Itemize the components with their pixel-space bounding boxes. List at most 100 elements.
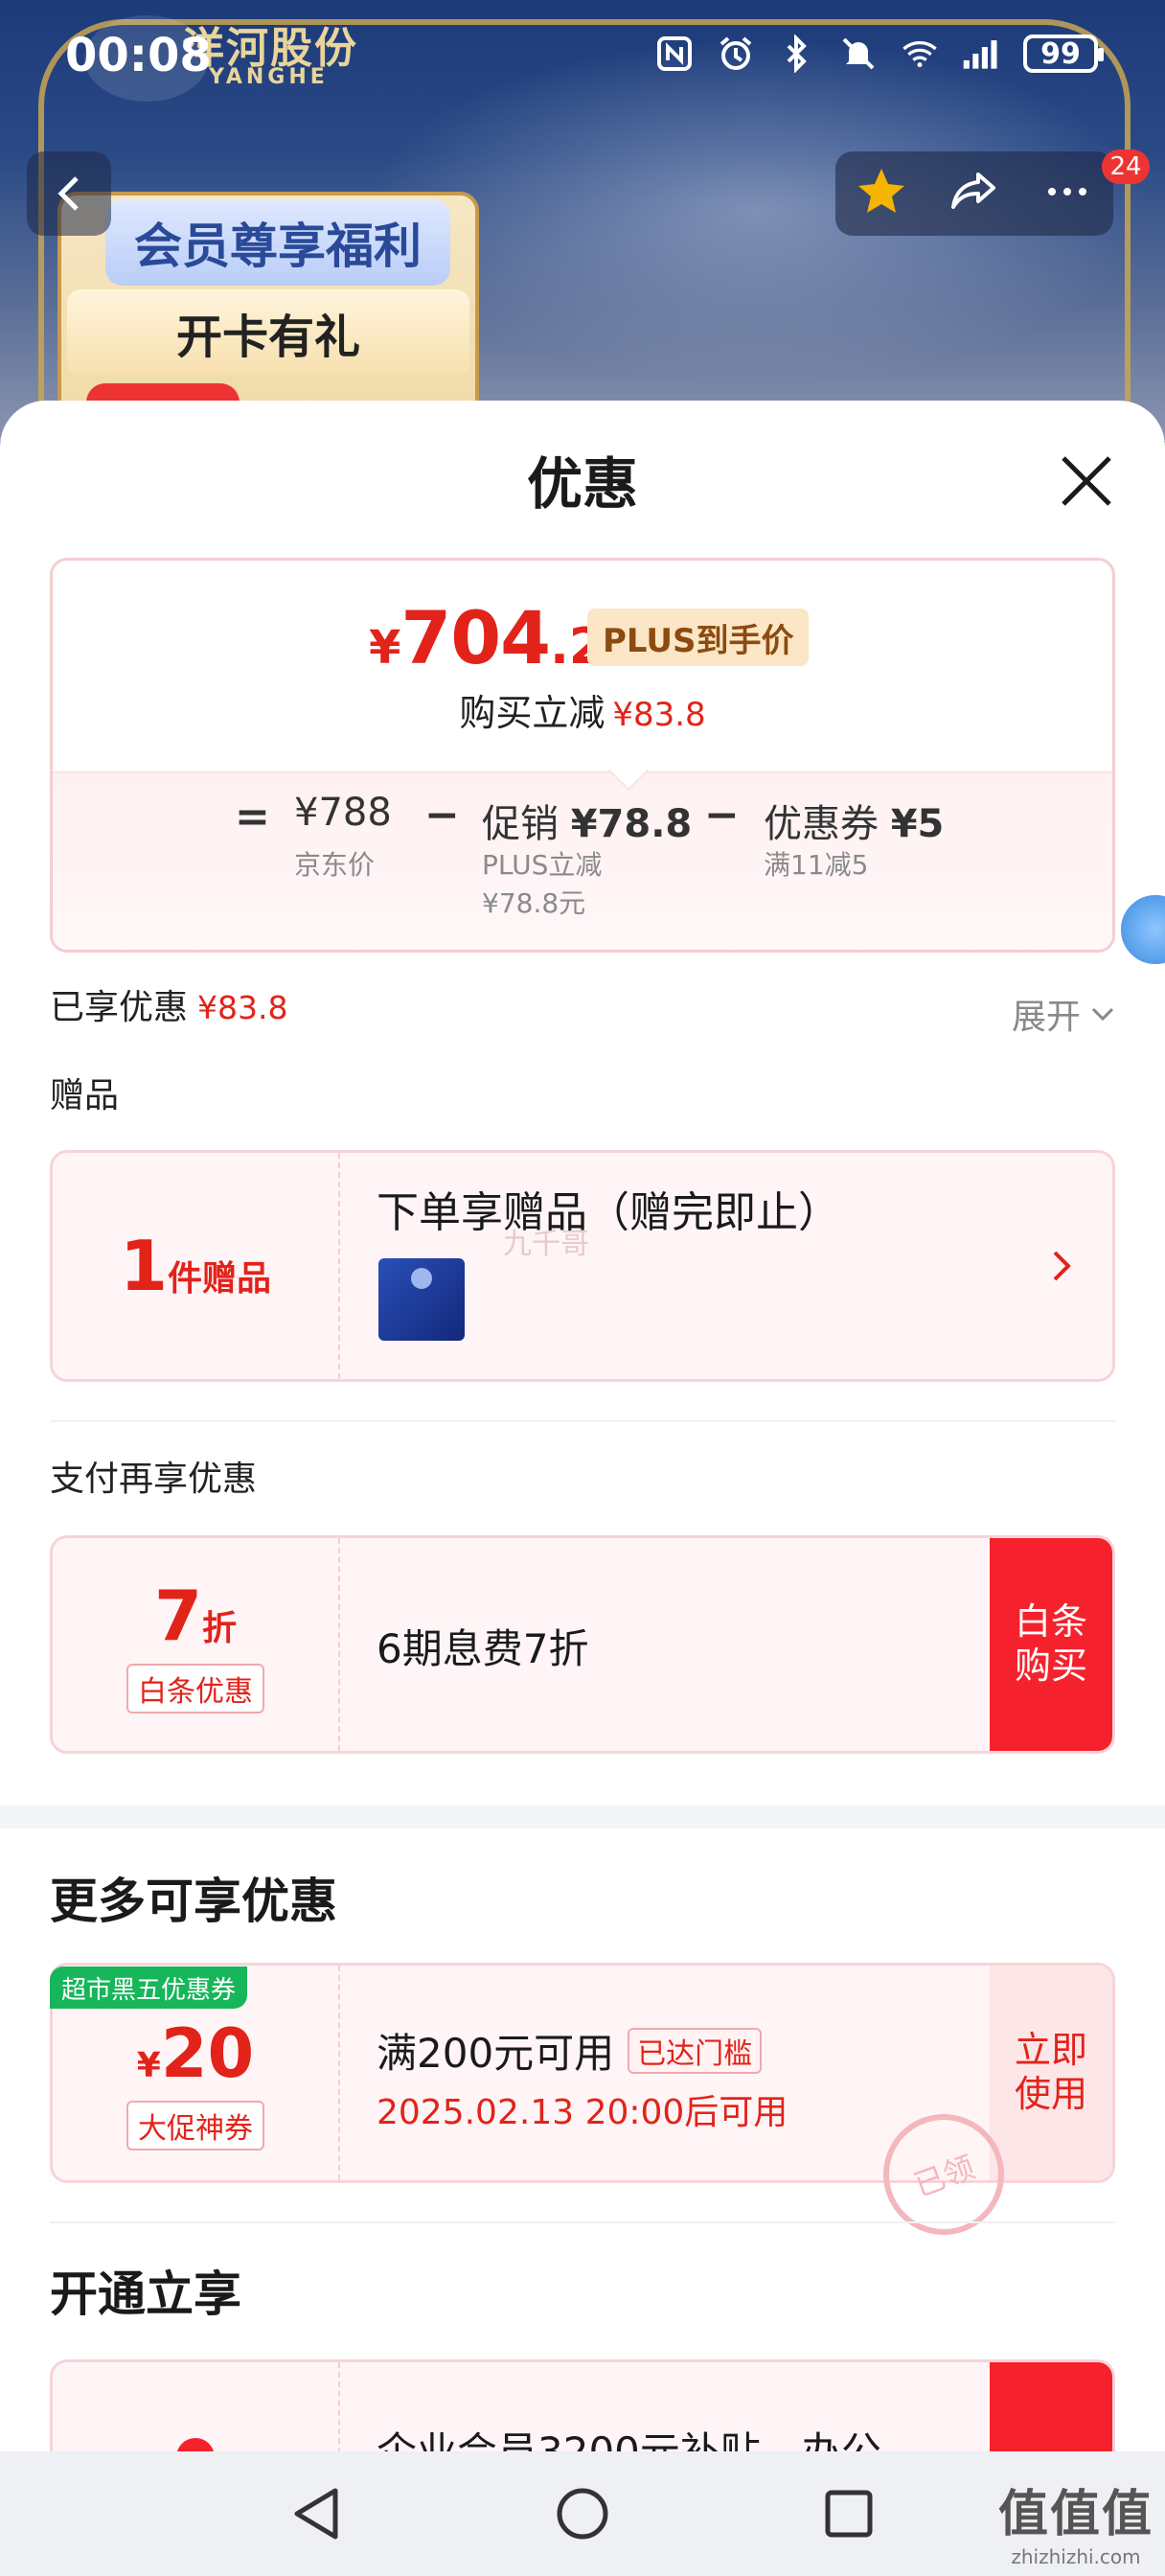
coupon-condition: 满200元可用 已达门槛 (377, 2021, 763, 2080)
expand-toggle[interactable]: 展开 (1012, 989, 1115, 1039)
status-bar: 00:08 99 (0, 0, 1165, 115)
jd-price-label: 京东价 (294, 849, 376, 881)
gift-section-label: 赠品 (50, 1076, 120, 1116)
baitiao-card: 7 折 白条优惠 6期息费7折 白条 购买 (50, 1535, 1115, 1754)
alarm-icon (717, 34, 755, 73)
site-watermark: 值值值 zhizhizhi.com (998, 2473, 1154, 2568)
signal-icon (962, 34, 1000, 73)
member-banner: 会员尊享福利 (105, 199, 450, 286)
instant-reduction: 购买立减 ¥83.8 (53, 683, 1112, 736)
card-gift-title: 开卡有礼 (67, 289, 469, 376)
gift-count-row: 1 件赠品 (120, 1226, 271, 1306)
gift-watermark: 九千哥 (503, 1228, 589, 1261)
coupon-label: 优惠券 (764, 802, 879, 846)
final-price-integer: 704 (400, 595, 551, 680)
jd-price-value: ¥788 (294, 791, 392, 835)
coupon-tag: 超市黑五优惠券 (50, 1966, 248, 2009)
gift-title: 下单享赠品（赠完即止） (377, 1188, 840, 1237)
section-gap (0, 1806, 1165, 1828)
watermark-main: 值值值 (997, 2486, 1154, 2543)
nav-back-icon[interactable] (289, 2485, 343, 2542)
coupon-chip: 大促神券 (126, 2101, 264, 2150)
sheet-title: 优惠 (526, 451, 638, 517)
coupon-amount-yen: ¥ (136, 2046, 161, 2085)
coupon-btn-line2: 使用 (1014, 2073, 1087, 2115)
more-icon[interactable] (1040, 165, 1094, 222)
baitiao-btn-line2: 购买 (1014, 1644, 1087, 1687)
expand-label: 展开 (1011, 998, 1081, 1037)
nfc-icon (655, 34, 694, 73)
minus-sign-2: − (704, 791, 740, 840)
promo-sub1: PLUS立减 (482, 849, 603, 881)
baitiao-discount-unit: 折 (202, 1609, 238, 1648)
top-actions (835, 151, 1113, 236)
gift-thumbnail[interactable] (378, 1258, 465, 1341)
chevron-down-icon (1091, 1007, 1114, 1022)
battery-indicator: 99 (1023, 34, 1104, 73)
baitiao-discount-row: 7 折 (154, 1576, 237, 1656)
bluetooth-icon (778, 34, 816, 73)
enjoyed-discount: 已享优惠 ¥83.8 (50, 979, 288, 1029)
wifi-icon (901, 34, 939, 73)
coupon-amount-row: ¥ 20 (137, 2014, 254, 2093)
gift-count: 1 件赠品 (53, 1153, 338, 1379)
coupon-use-button[interactable]: 立即 使用 (990, 1966, 1112, 2180)
coupon-value: ¥5 (890, 802, 945, 846)
minus-sign: − (424, 791, 460, 840)
baitiao-buy-button[interactable]: 白条 购买 (990, 1538, 1112, 1751)
promo-label: 促销 (482, 802, 559, 846)
price-formula: = ¥788 京东价 − 促销 ¥78.8 PLUS立减 ¥78.8元 − 优惠… (53, 791, 1112, 944)
clock: 00:08 (65, 29, 212, 82)
watermark-sub: zhizhizhi.com (1011, 2545, 1141, 2568)
reduce-label: 购买立减 (459, 692, 605, 734)
close-button[interactable] (1058, 452, 1115, 510)
promo-row: 促销 ¥78.8 (482, 793, 692, 848)
final-price-yen: ¥ (369, 621, 401, 675)
more-section-title: 更多可享优惠 (50, 1874, 337, 1929)
baitiao-chip: 白条优惠 (126, 1664, 264, 1714)
close-icon (1062, 456, 1111, 506)
nav-recents-icon[interactable] (822, 2487, 876, 2541)
open-section-title: 开通立享 (50, 2266, 241, 2322)
plus-price-tag: PLUS到手价 (587, 609, 810, 666)
final-price: ¥ 704 .2 (369, 595, 604, 680)
system-nav-bar (0, 2451, 1165, 2576)
notification-badge: 24 (1102, 150, 1150, 184)
baitiao-desc: 6期息费7折 (377, 1625, 589, 1672)
favorite-star-icon[interactable] (855, 165, 908, 222)
price-summary-card: ¥ 704 .2 PLUS到手价 购买立减 ¥83.8 = ¥788 京东价 − … (50, 558, 1115, 953)
card-divider (338, 1538, 340, 1751)
separator (50, 2221, 1115, 2223)
coupon-time: 2025.02.13 20:00后可用 (377, 2093, 788, 2132)
card-divider (338, 1153, 340, 1379)
card-divider (338, 1966, 340, 2180)
nav-home-icon[interactable] (554, 2485, 611, 2542)
coupon-row: 优惠券 ¥5 (764, 793, 944, 848)
gift-count-number: 1 (119, 1226, 169, 1306)
discount-sheet: 优惠 ¥ 704 .2 PLUS到手价 购买立减 ¥83.8 = ¥788 京东价… (0, 401, 1165, 2576)
gift-box-emblem (411, 1268, 432, 1289)
gift-count-unit: 件赠品 (168, 1259, 272, 1299)
separator (50, 1420, 1115, 1422)
coupon-sub: 满11减5 (764, 849, 869, 881)
enjoyed-label: 已享优惠 (50, 988, 189, 1027)
enjoyed-value: ¥83.8 (197, 989, 288, 1026)
chevron-left-icon (57, 176, 79, 211)
coupon-btn-line1: 立即 (1014, 2029, 1087, 2072)
promo-value: ¥78.8 (570, 802, 693, 846)
reduce-value: ¥83.8 (612, 696, 706, 734)
baitiao-btn-line1: 白条 (1014, 1600, 1087, 1644)
gift-card[interactable]: 1 件赠品 下单享赠品（赠完即止） 九千哥 (50, 1150, 1115, 1382)
baitiao-discount: 7 折 白条优惠 (53, 1538, 338, 1751)
pay-section-label: 支付再享优惠 (50, 1460, 258, 1499)
promo-sub2: ¥78.8元 (482, 887, 586, 919)
back-button[interactable] (27, 151, 111, 236)
chevron-right-icon (1053, 1251, 1071, 1281)
share-icon[interactable] (948, 165, 1001, 222)
coupon-title: 满200元可用 (377, 2030, 615, 2077)
equals-sign: = (235, 793, 270, 841)
baitiao-discount-value: 7 (153, 1576, 203, 1656)
coupon-status: 已达门槛 (628, 2027, 763, 2074)
mute-bell-icon (839, 34, 878, 73)
status-icons: 99 (655, 34, 1104, 73)
